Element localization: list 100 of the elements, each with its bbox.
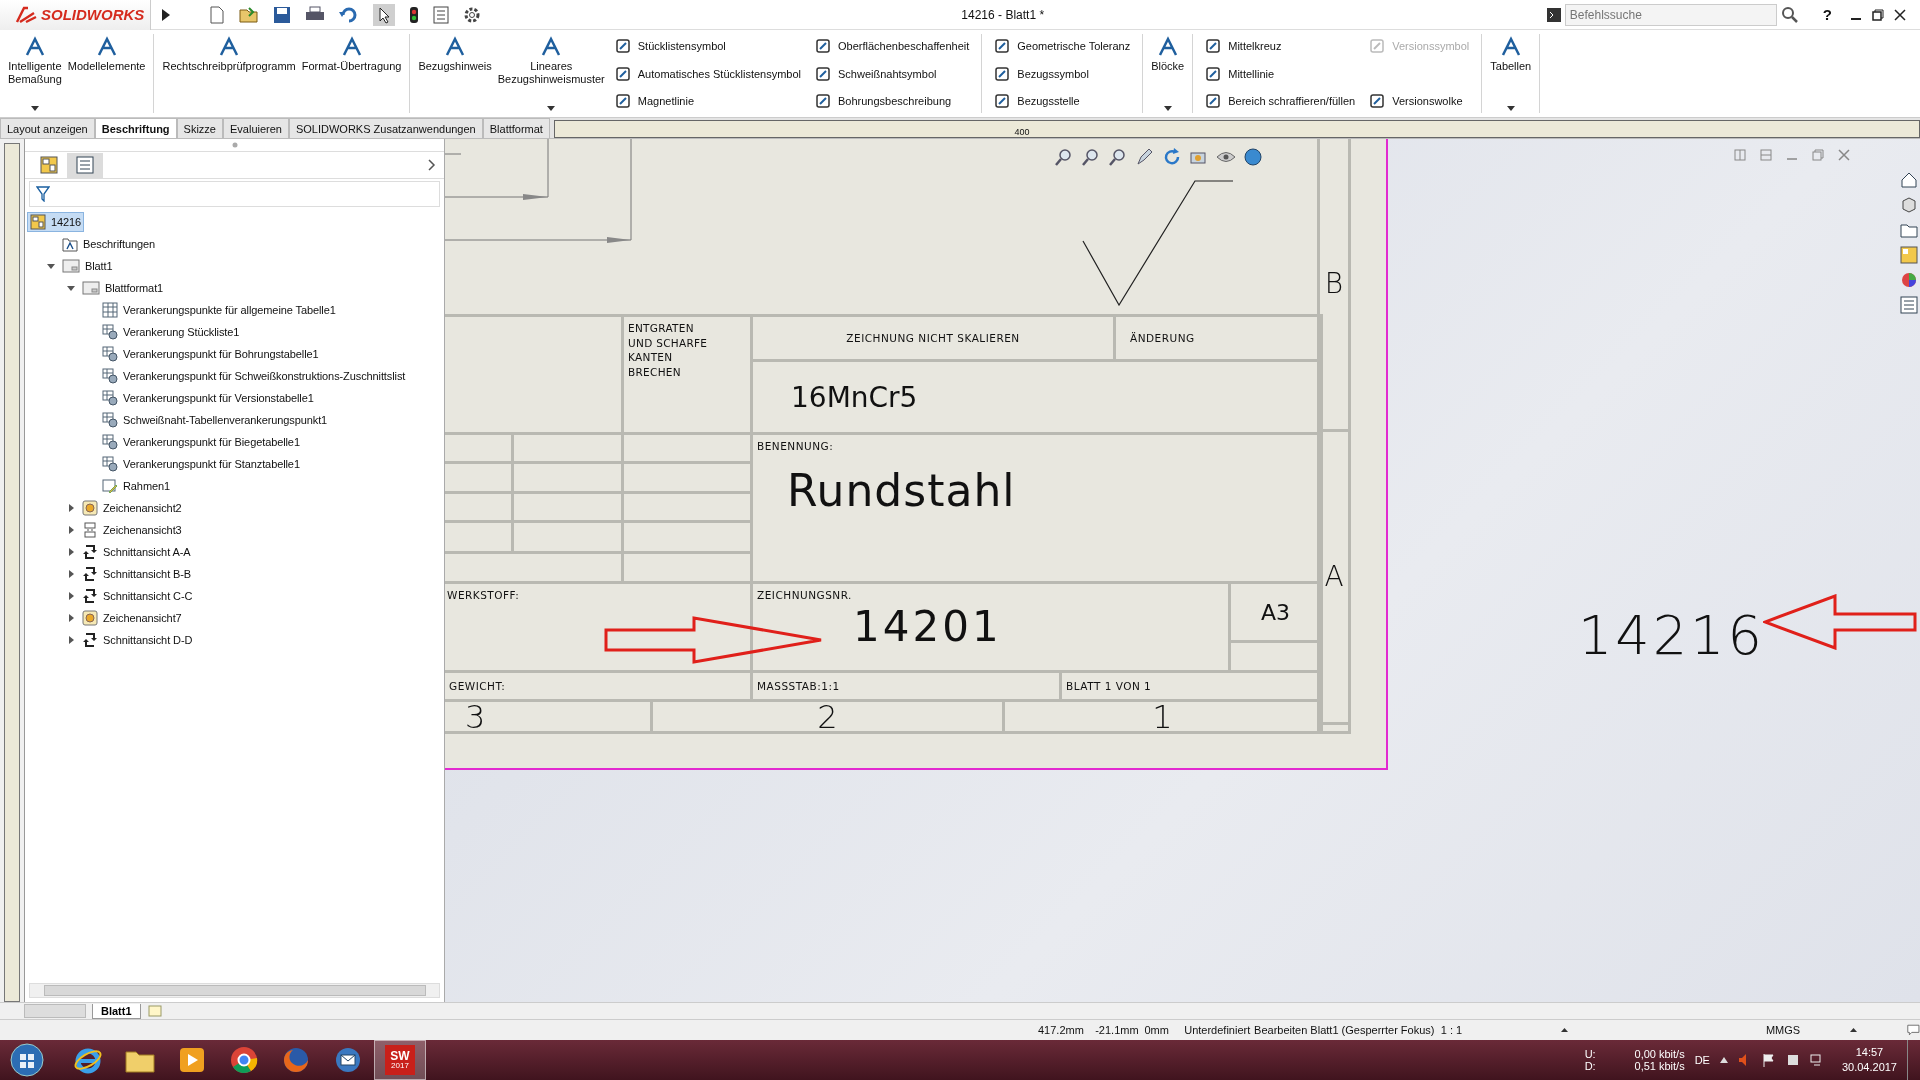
tree-item[interactable]: Verankerung Stückliste1 — [100, 323, 242, 341]
expander-icon[interactable] — [67, 570, 75, 578]
search-icon[interactable] — [1780, 5, 1799, 24]
tree-item[interactable]: Schnittansicht A-A — [80, 543, 193, 561]
cube-icon[interactable] — [1900, 196, 1918, 214]
caret-up-icon[interactable] — [1719, 1057, 1728, 1063]
chevron-right-icon[interactable] — [428, 159, 436, 171]
filter-field[interactable] — [29, 181, 440, 207]
globe-icon[interactable] — [1243, 147, 1263, 167]
start-orb-icon[interactable] — [10, 1043, 44, 1077]
caret-up-icon[interactable] — [1560, 1028, 1568, 1032]
caret-icon[interactable] — [1163, 106, 1172, 111]
network-icon[interactable] — [1809, 1053, 1824, 1067]
ribbon-button[interactable]: Tabellen — [1488, 34, 1534, 113]
tree-item[interactable]: Zeichenansicht7 — [80, 609, 184, 627]
ribbon-button[interactable]: Format-Übertragung — [299, 34, 404, 113]
magnifier-icon[interactable] — [1081, 147, 1101, 167]
tile-window-icon[interactable] — [1760, 149, 1772, 161]
open-folder-icon[interactable] — [239, 5, 260, 24]
language-indicator[interactable]: DE — [1694, 1054, 1710, 1066]
tree-item[interactable]: Blattformat1 — [80, 279, 166, 297]
expander-icon[interactable] — [67, 504, 75, 512]
expander-icon[interactable] — [67, 526, 75, 534]
ribbon-button[interactable]: Magnetlinie — [614, 90, 801, 112]
select-pointer-icon[interactable] — [373, 3, 396, 26]
ribbon-tab[interactable]: Evaluieren — [223, 118, 289, 138]
speech-bubble-icon[interactable] — [1907, 1023, 1920, 1037]
sheet-tab[interactable]: Blatt1 — [92, 1003, 141, 1019]
play-arrow-icon[interactable] — [161, 7, 172, 22]
color-wheel-icon[interactable] — [1900, 271, 1918, 289]
rotate-icon[interactable] — [1162, 147, 1182, 167]
flag-icon[interactable] — [1761, 1053, 1776, 1067]
expander-icon[interactable] — [67, 636, 75, 644]
tree-item[interactable]: Zeichenansicht3 — [80, 521, 184, 539]
ribbon-button[interactable]: Mittellinie — [1205, 62, 1356, 85]
expander-icon[interactable] — [67, 548, 75, 556]
ribbon-button[interactable]: Bereich schraffieren/füllen — [1205, 90, 1356, 112]
ribbon-button[interactable]: Bezugsstelle — [994, 90, 1131, 112]
home-icon[interactable] — [1900, 171, 1918, 189]
tree-item[interactable]: Blatt1 — [60, 257, 115, 275]
save-icon[interactable] — [273, 5, 292, 24]
tree-item[interactable]: Schnittansicht B-B — [80, 565, 194, 583]
ribbon-button[interactable]: Lineares Bezugshinweismuster — [495, 34, 607, 113]
ribbon-button[interactable]: Intelligente Bemaßung — [6, 34, 64, 113]
device-icon[interactable] — [1785, 1053, 1800, 1067]
new-document-icon[interactable] — [209, 5, 226, 24]
tree-item[interactable]: Schnittansicht C-C — [80, 587, 195, 605]
panel-tab[interactable] — [67, 152, 103, 178]
ribbon-tab[interactable]: Skizze — [176, 118, 223, 138]
caret-icon[interactable] — [547, 106, 556, 111]
ribbon-button[interactable]: Bezugshinweis — [416, 34, 494, 113]
drag-handle-icon[interactable] — [231, 142, 238, 148]
tile-window-icon[interactable] — [1734, 149, 1746, 161]
magnifier-icon[interactable] — [1108, 147, 1128, 167]
expander-icon[interactable] — [67, 284, 75, 292]
tree-item[interactable]: Verankerungspunkte für allgemeine Tabelle1 — [100, 301, 338, 319]
tree-item[interactable]: 14216 — [27, 212, 85, 232]
tree-item[interactable]: Beschriftungen — [60, 235, 157, 253]
ribbon-button[interactable]: Modellelemente — [65, 34, 148, 113]
expander-icon[interactable] — [47, 262, 55, 270]
caret-icon[interactable] — [1506, 106, 1515, 111]
ribbon-button[interactable]: Blöcke — [1149, 34, 1187, 113]
clock-date[interactable]: 30.04.2017 — [1841, 1060, 1897, 1075]
traffic-light-icon[interactable] — [409, 5, 420, 24]
ribbon-button[interactable]: Mittelkreuz — [1205, 35, 1356, 57]
tree-item[interactable]: Verankerungspunkt für Bohrungstabelle1 — [100, 345, 321, 363]
tree-item[interactable]: Schweißnaht-Tabellenverankerungspunkt1 — [100, 411, 330, 429]
list-icon[interactable] — [1900, 296, 1918, 314]
ribbon-tab[interactable]: Beschriftung — [94, 118, 177, 138]
search-field[interactable]: Befehlssuche — [1564, 3, 1777, 26]
horizontal-scrollbar[interactable] — [29, 983, 440, 998]
tree-item[interactable]: Zeichenansicht2 — [80, 499, 184, 517]
folder-icon[interactable] — [1900, 221, 1918, 239]
tree-item[interactable]: Rahmen1 — [100, 477, 172, 495]
caret-up-icon[interactable] — [1850, 1028, 1858, 1032]
clock-time[interactable]: 14:57 — [1855, 1045, 1884, 1060]
settings-icon[interactable] — [463, 5, 482, 24]
taskbar-app[interactable]: SW 2017 — [374, 1040, 426, 1080]
list-icon[interactable] — [433, 5, 450, 24]
tree-item[interactable]: Schnittansicht D-D — [80, 631, 195, 649]
pencil-icon[interactable] — [1135, 147, 1155, 167]
ribbon-tab[interactable]: Layout anzeigen — [0, 118, 95, 138]
ribbon-button[interactable]: Stücklistensymbol — [614, 35, 801, 57]
tree-item[interactable]: Verankerungspunkt für Stanztabelle1 — [100, 455, 302, 473]
expander-icon[interactable] — [67, 592, 75, 600]
magnifier-icon[interactable] — [1054, 147, 1074, 167]
ribbon-button[interactable]: Versionswolke — [1369, 90, 1470, 112]
restore-icon[interactable] — [1872, 8, 1884, 21]
help-button[interactable]: ? — [1822, 6, 1832, 23]
layout-icon[interactable] — [1900, 246, 1918, 264]
tree-item[interactable]: Verankerungspunkt für Biegetabelle1 — [100, 433, 302, 451]
caret-icon[interactable] — [30, 106, 39, 111]
ribbon-button[interactable]: Geometrische Toleranz — [994, 35, 1131, 57]
ribbon-tab[interactable]: Blattformat — [482, 118, 550, 138]
expander-icon[interactable] — [67, 614, 75, 622]
ribbon-button[interactable]: Bohrungsbeschreibung — [815, 90, 970, 112]
tree-item[interactable]: Verankerungspunkt für Schweißkonstruktions-Zuschnittslist — [100, 367, 408, 385]
ribbon-button[interactable]: Automatisches Stücklistensymbol — [614, 62, 801, 85]
close-icon[interactable] — [1894, 8, 1906, 21]
ribbon-button[interactable]: Schweißnahtsymbol — [815, 62, 970, 85]
